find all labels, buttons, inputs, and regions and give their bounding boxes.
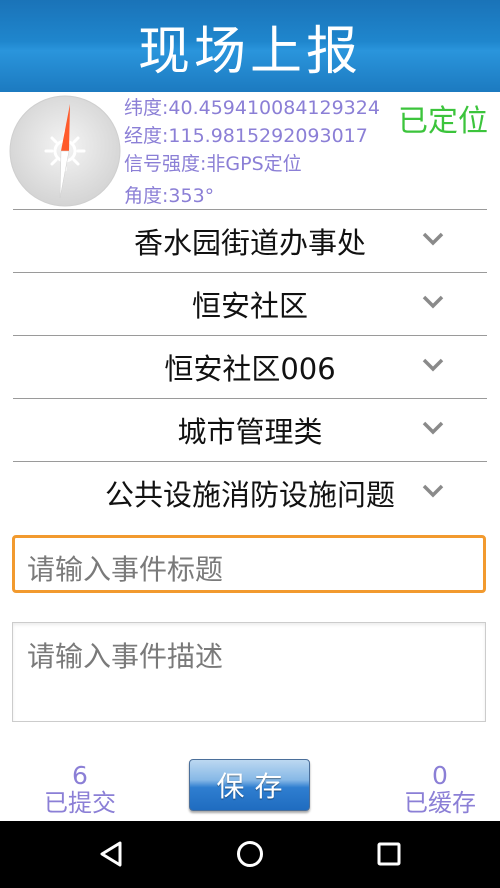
street-office-selector[interactable]: 香水园街道办事处 <box>13 209 487 272</box>
signal-strength-text: 信号强度:非GPS定位 <box>124 153 302 175</box>
selector-label: 恒安社区006 <box>164 352 336 386</box>
chevron-down-icon <box>422 232 444 246</box>
save-button-label: 保存 <box>216 770 293 803</box>
submitted-counter[interactable]: 6 已提交 <box>40 761 120 817</box>
chevron-down-icon <box>422 421 444 435</box>
location-status: 已定位 <box>398 104 488 139</box>
location-info: 纬度:40.459410084129324 经度:115.98152920930… <box>124 94 380 210</box>
selector-label: 公共设施消防设施问题 <box>104 478 395 512</box>
chevron-down-icon <box>422 295 444 309</box>
longitude-text: 经度:115.9815292093017 <box>124 125 368 147</box>
cached-count: 0 <box>432 761 448 790</box>
grid-selector[interactable]: 恒安社区006 <box>13 335 487 398</box>
chevron-down-icon <box>422 358 444 372</box>
save-button[interactable]: 保存 <box>189 759 310 811</box>
page-title: 现场上报 <box>137 21 362 82</box>
app-header: 现场上报 <box>0 0 500 92</box>
selector-label: 恒安社区 <box>191 289 308 323</box>
submitted-count: 6 <box>72 761 88 790</box>
cached-label: 已缓存 <box>404 789 476 817</box>
selector-label: 香水园街道办事处 <box>133 226 366 260</box>
submitted-label: 已提交 <box>44 789 116 817</box>
system-navigation-bar <box>0 821 500 888</box>
cached-counter[interactable]: 0 已缓存 <box>400 761 480 817</box>
back-triangle-icon[interactable] <box>96 839 126 869</box>
category-selector[interactable]: 城市管理类 <box>13 398 487 461</box>
event-description-input[interactable]: 请输入事件描述 <box>12 622 486 722</box>
home-circle-icon[interactable] <box>235 839 265 869</box>
angle-text: 角度:353° <box>124 185 215 207</box>
event-title-input[interactable]: 请输入事件标题 <box>12 535 486 593</box>
recents-square-icon[interactable] <box>374 839 404 869</box>
chevron-down-icon <box>422 484 444 498</box>
latitude-text: 纬度:40.459410084129324 <box>124 97 380 119</box>
subcategory-selector[interactable]: 公共设施消防设施问题 <box>13 461 487 524</box>
event-title-placeholder: 请输入事件标题 <box>27 553 224 586</box>
event-description-placeholder: 请输入事件描述 <box>27 640 224 673</box>
community-selector[interactable]: 恒安社区 <box>13 272 487 335</box>
selector-label: 城市管理类 <box>177 415 323 449</box>
compass-icon <box>8 94 122 208</box>
